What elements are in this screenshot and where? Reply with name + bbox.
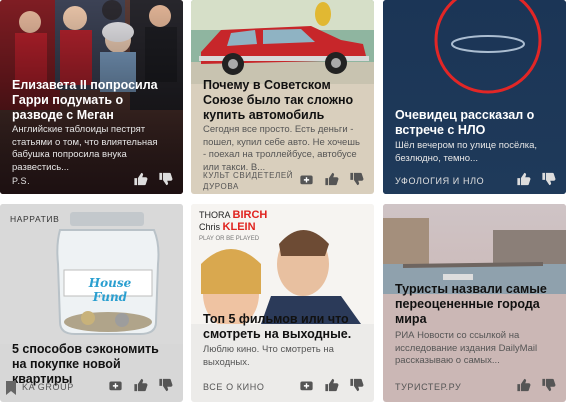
add-to-feed-icon[interactable] — [299, 172, 314, 186]
card-image-money-jar — [0, 204, 183, 344]
card-actions — [516, 172, 556, 186]
card-actions — [516, 378, 556, 392]
thumb-down-icon[interactable] — [158, 172, 173, 186]
card-snippet: Сегодня все просто. Есть деньги - пошел,… — [203, 124, 360, 173]
poster-actor2-first: Chris — [199, 222, 221, 232]
card-snippet: РИА Новости со ссылкой на исследование и… — [395, 330, 538, 366]
jar-label-text: House Fund — [88, 276, 132, 304]
card-source[interactable]: КУЛЬТ СВИДЕТЕЛЕЙ ДУРОВА — [203, 170, 303, 192]
add-to-feed-icon[interactable] — [108, 378, 123, 392]
poster-actor1-first: THORA — [199, 210, 231, 220]
card-title[interactable]: Очевидец рассказал о встрече с НЛО — [395, 108, 556, 138]
feed-card-house-fund[interactable]: НАРРАТИВ House Fund 5 способов сэкономит… — [0, 204, 183, 402]
card-snippet: Шёл вечером по улице посёлка, безлюдно, … — [395, 140, 538, 164]
card-title[interactable]: Топ 5 фильмов или что смотреть на выходн… — [203, 312, 364, 342]
thumb-up-icon[interactable] — [516, 378, 531, 392]
poster-actor2: Chris KLEIN — [199, 221, 256, 233]
poster-tagline: PLAY OR BE PLAYED — [199, 236, 260, 242]
thumb-down-icon[interactable] — [541, 378, 556, 392]
card-source[interactable]: ТУРИСТЕР.РУ — [395, 382, 461, 392]
thumb-down-icon[interactable] — [349, 172, 364, 186]
feed-card-royal[interactable]: Елизавета II попросила Гарри подумать о … — [0, 0, 183, 194]
card-title[interactable]: Туристы назвали самые переоцененные горо… — [395, 282, 556, 327]
card-image-red-car — [191, 0, 374, 84]
poster-actor1: THORA BIRCH — [199, 209, 268, 221]
card-source[interactable]: УФОЛОГИЯ И НЛО — [395, 176, 484, 186]
card-source[interactable]: P.S. — [12, 176, 30, 186]
feed-card-soviet-car[interactable]: Почему в Советском Союзе было так сложно… — [191, 0, 374, 194]
feed-card-movies[interactable]: THORA BIRCH Chris KLEIN PLAY OR BE PLAYE… — [191, 204, 374, 402]
poster-actor2-last: KLEIN — [222, 221, 256, 233]
card-source[interactable]: KA GROUP — [22, 382, 74, 392]
thumb-down-icon[interactable] — [541, 172, 556, 186]
feed-card-tourists[interactable]: Туристы назвали самые переоцененные горо… — [383, 204, 566, 402]
feed-card-ufo[interactable]: Очевидец рассказал о встрече с НЛО Шёл в… — [383, 0, 566, 194]
add-to-feed-icon[interactable] — [299, 378, 314, 392]
card-actions — [299, 378, 364, 392]
thumb-down-icon[interactable] — [349, 378, 364, 392]
bookmark-icon[interactable] — [4, 380, 18, 396]
card-tag: НАРРАТИВ — [10, 214, 60, 224]
card-actions — [299, 172, 364, 186]
thumb-down-icon[interactable] — [158, 378, 173, 392]
thumb-up-icon[interactable] — [133, 378, 148, 392]
card-actions — [133, 172, 173, 186]
card-title[interactable]: Елизавета II попросила Гарри подумать о … — [12, 78, 173, 123]
thumb-up-icon[interactable] — [324, 378, 339, 392]
thumb-up-icon[interactable] — [133, 172, 148, 186]
card-source[interactable]: ВСЕ О КИНО — [203, 382, 264, 392]
card-title[interactable]: Почему в Советском Союзе было так сложно… — [203, 78, 364, 123]
card-actions — [108, 378, 173, 392]
card-snippet: Люблю кино. Что смотреть на выходных. — [203, 344, 334, 368]
thumb-up-icon[interactable] — [324, 172, 339, 186]
poster-actor1-last: BIRCH — [232, 209, 268, 221]
thumb-up-icon[interactable] — [516, 172, 531, 186]
card-snippet: Английские таблоиды пестрят статьями о т… — [12, 124, 158, 173]
